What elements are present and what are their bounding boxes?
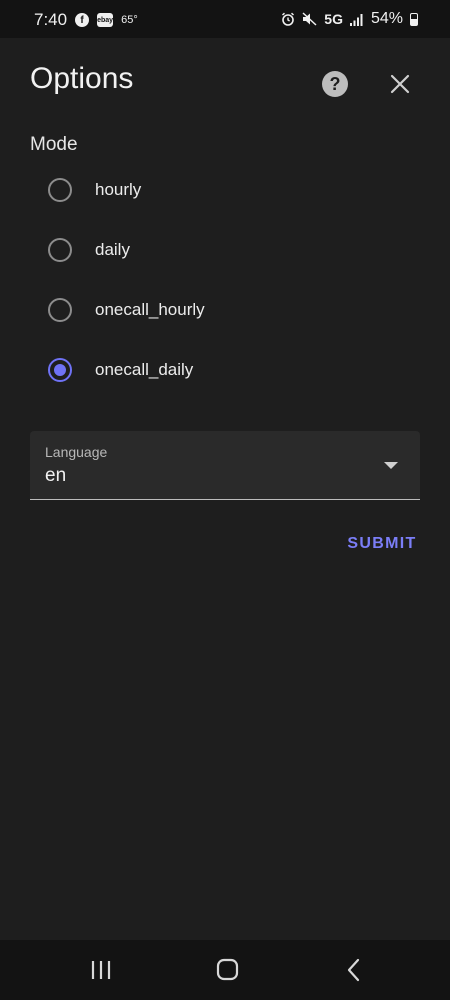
language-label: Language <box>45 444 108 460</box>
facebook-icon: f <box>75 13 90 27</box>
home-icon <box>216 958 239 981</box>
radio-option-onecall-hourly[interactable]: onecall_hourly <box>40 289 340 333</box>
network-type: 5G <box>324 11 343 27</box>
close-button[interactable] <box>386 70 414 98</box>
radio-label: daily <box>95 240 130 259</box>
status-bar: 7:40 f ebay 65° 5G 54% <box>0 0 450 38</box>
status-time: 7:40 <box>34 10 68 29</box>
radio-button[interactable] <box>48 298 72 322</box>
radio-button[interactable] <box>48 358 72 382</box>
status-left: 7:40 f ebay 65° <box>34 10 138 30</box>
radio-label: onecall_daily <box>95 360 194 379</box>
question-icon: ? <box>329 73 341 94</box>
options-screen: 7:40 f ebay 65° 5G 54% Options ? Mode ho… <box>0 0 450 1000</box>
radio-label: hourly <box>95 180 142 199</box>
status-right: 5G 54% <box>281 10 418 28</box>
language-value: en <box>45 465 67 486</box>
weather-temperature: 65° <box>121 14 138 26</box>
page-title: Options <box>30 62 134 95</box>
radio-option-onecall-daily[interactable]: onecall_daily <box>40 349 340 393</box>
navigation-bar <box>0 940 450 1000</box>
radio-button[interactable] <box>48 238 72 262</box>
help-button[interactable]: ? <box>322 71 348 97</box>
radio-option-hourly[interactable]: hourly <box>40 169 340 213</box>
language-select[interactable]: Language en <box>30 431 420 500</box>
mute-icon <box>302 12 317 26</box>
battery-percentage: 54% <box>370 10 403 27</box>
ebay-icon: ebay <box>97 13 114 27</box>
alarm-icon <box>282 12 295 26</box>
battery-icon <box>410 12 418 26</box>
close-icon <box>390 74 410 94</box>
radio-button[interactable] <box>48 178 72 202</box>
radio-label: onecall_hourly <box>95 300 205 319</box>
back-icon <box>347 958 360 982</box>
back-button[interactable] <box>334 952 374 988</box>
home-button[interactable] <box>207 952 247 988</box>
signal-icon <box>349 13 363 26</box>
recent-apps-button[interactable] <box>81 952 121 988</box>
radio-option-daily[interactable]: daily <box>40 229 340 273</box>
dropdown-arrow-icon <box>384 462 398 469</box>
recent-apps-icon <box>91 961 111 979</box>
mode-label: Mode <box>30 134 78 155</box>
submit-button[interactable]: SUBMIT <box>340 530 424 558</box>
